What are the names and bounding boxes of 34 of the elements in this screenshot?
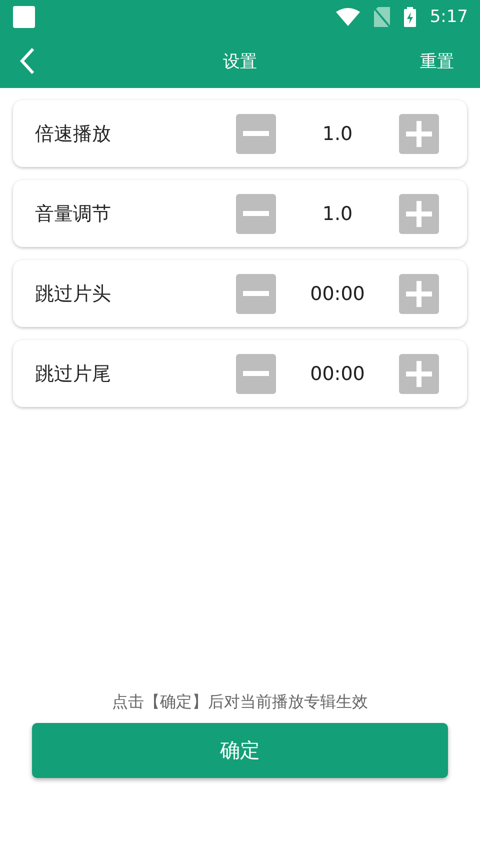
setting-value: 1.0 [321, 202, 354, 224]
wifi-icon [336, 8, 360, 26]
decrease-button[interactable] [236, 114, 276, 154]
increase-button[interactable] [399, 194, 439, 234]
setting-value: 1.0 [321, 122, 354, 144]
page-title: 设置 [222, 50, 258, 72]
reset-button[interactable]: 重置 [414, 50, 460, 72]
battery-icon [404, 7, 416, 27]
status-time: 5:17 [430, 7, 468, 27]
increase-button[interactable] [399, 114, 439, 154]
setting-label: 跳过片尾 [35, 362, 112, 386]
notification-icon [13, 6, 35, 28]
setting-value: 00:00 [309, 362, 366, 384]
plus-icon [406, 200, 432, 226]
plus-icon [406, 120, 432, 146]
decrease-button[interactable] [236, 274, 276, 314]
setting-label: 跳过片头 [35, 282, 112, 306]
setting-value: 00:00 [309, 282, 366, 304]
setting-label: 音量调节 [35, 202, 112, 226]
minus-icon [243, 211, 269, 216]
minus-icon [243, 131, 269, 136]
increase-button[interactable] [399, 274, 439, 314]
hint-text: 点击【确定】后对当前播放专辑生效 [111, 692, 369, 713]
minus-icon [243, 291, 269, 296]
back-button[interactable] [18, 47, 36, 75]
plus-icon [406, 280, 432, 306]
minus-icon [243, 371, 269, 376]
no-sim-icon [374, 7, 390, 27]
increase-button[interactable] [399, 354, 439, 394]
decrease-button[interactable] [236, 194, 276, 234]
setting-label: 倍速播放 [35, 122, 112, 146]
decrease-button[interactable] [236, 354, 276, 394]
confirm-button[interactable]: 确定 [32, 723, 448, 778]
plus-icon [406, 360, 432, 386]
